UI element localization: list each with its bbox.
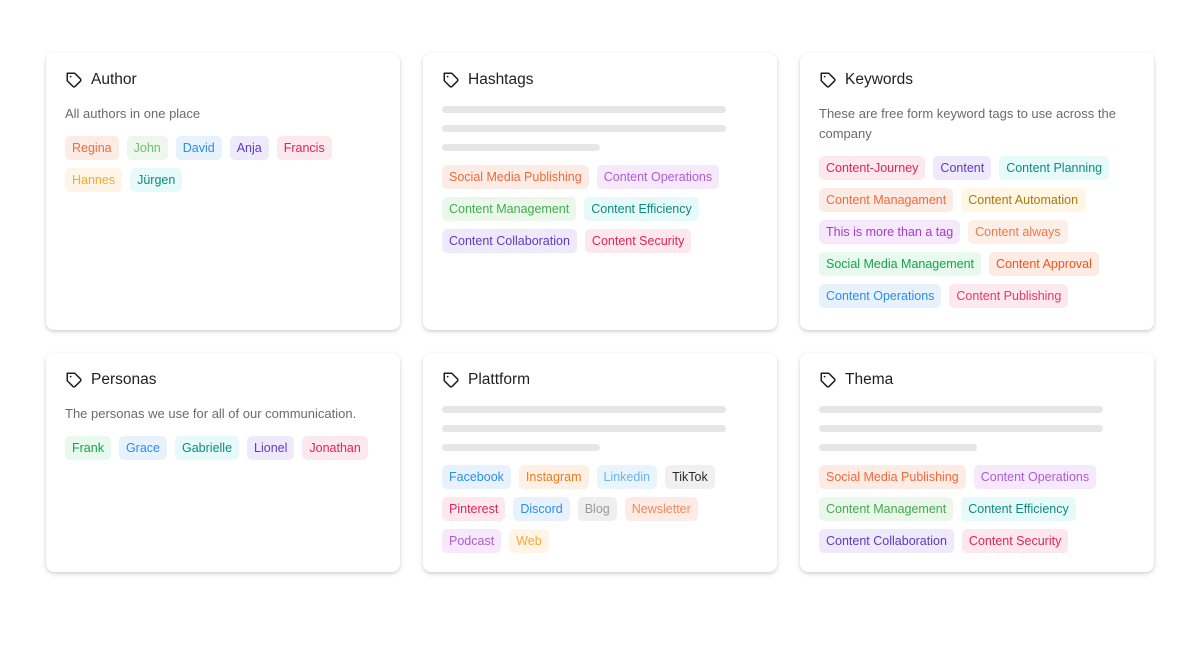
skeleton-line [442,444,600,451]
tag-groups-grid: Author All authors in one place Regina Joh… [46,53,1154,572]
tag-chip[interactable]: Instagram [518,465,589,489]
tag-list: Social Media Publishing Content Operation… [819,465,1135,553]
tag-chip[interactable]: Discord [513,497,570,521]
tag-chip[interactable]: Anja [229,136,269,160]
description-placeholder [442,406,758,451]
tag-chip[interactable]: Lionel [247,436,295,460]
tag-chip[interactable]: Facebook [442,465,511,489]
tag-chip[interactable]: TikTok [665,465,715,489]
tag-group-card-author[interactable]: Author All authors in one place Regina Joh… [46,53,400,330]
tag-icon [65,371,83,389]
tag-chip[interactable]: Web [509,529,549,553]
tag-chip[interactable]: Content Automation [961,188,1086,212]
skeleton-line [442,406,726,413]
tag-chip[interactable]: John [126,136,168,160]
tag-chip[interactable]: Linkedin [596,465,658,489]
tag-chip[interactable]: Social Media Publishing [819,465,966,489]
tag-chip[interactable]: Content Efficiency [584,197,699,221]
tag-chip[interactable]: Blog [577,497,617,521]
card-description: The personas we use for all of our commu… [65,406,357,421]
description-placeholder [819,406,1135,451]
tag-chip[interactable]: Gabrielle [175,436,240,460]
skeleton-line [819,444,977,451]
tag-chip[interactable]: Newsletter [624,497,698,521]
card-title: Author [91,71,137,88]
card-title: Personas [91,371,157,388]
tag-chip[interactable]: Grace [118,436,167,460]
tag-list: Social Media Publishing Content Operation… [442,165,758,253]
tag-icon [442,71,460,89]
skeleton-line [442,144,600,151]
tag-chip[interactable]: Content Planning [999,156,1110,180]
tag-list: Regina John David Anja Francis Hannes Jürgen [65,136,381,192]
card-header: Plattform [442,370,758,390]
tag-chip[interactable]: Content Management [819,497,954,521]
tag-chip[interactable]: Content Collaboration [442,229,577,253]
tag-chip[interactable]: Content always [968,220,1068,244]
tag-chip[interactable]: Content Efficiency [961,497,1076,521]
tag-chip[interactable]: This is more than a tag [819,220,961,244]
skeleton-line [442,106,726,113]
tag-chip[interactable]: David [175,136,222,160]
tag-group-card-plattform[interactable]: Plattform Facebook Instagram Linkedin TikTo… [423,353,777,572]
tag-chip[interactable]: Content Collaboration [819,529,954,553]
skeleton-line [442,125,726,132]
tag-group-card-thema[interactable]: Thema Social Media Publishing Content Ope… [800,353,1154,572]
tag-list: Frank Grace Gabrielle Lionel Jonathan [65,436,381,460]
card-title: Thema [845,371,894,388]
tag-chip[interactable]: Content Publishing [949,284,1069,308]
tag-icon [819,71,837,89]
tag-group-card-hashtags[interactable]: Hashtags Social Media Publishing Content … [423,53,777,330]
tag-icon [819,371,837,389]
description-placeholder [442,106,758,151]
tag-chip[interactable]: Jonathan [302,436,368,460]
card-header: Keywords [819,70,1135,90]
tag-chip[interactable]: Content Approval [989,252,1099,276]
tag-chip[interactable]: Content Management [442,197,577,221]
card-title: Plattform [468,371,531,388]
tag-chip[interactable]: Content Managament [819,188,954,212]
tag-chip[interactable]: Content Security [584,229,692,253]
card-title: Keywords [845,71,914,88]
tag-chip[interactable]: Content Security [961,529,1069,553]
tag-group-card-personas[interactable]: Personas The personas we use for all of … [46,353,400,572]
card-header: Hashtags [442,70,758,90]
tag-chip[interactable]: Social Media Management [819,252,981,276]
card-header: Author [65,70,381,90]
tag-chip[interactable]: Pinterest [442,497,506,521]
card-title: Hashtags [468,71,534,88]
tag-chip[interactable]: Hannes [65,168,123,192]
tag-chip[interactable]: Content Operations [819,284,942,308]
tag-chip[interactable]: Content [933,156,992,180]
skeleton-line [819,406,1103,413]
tag-icon [65,71,83,89]
tag-list: Content-Journey Content Content Planning Co… [819,156,1135,308]
card-header: Thema [819,370,1135,390]
tag-icon [442,371,460,389]
tag-list: Facebook Instagram Linkedin TikTok Pinterest… [442,465,758,553]
tag-chip[interactable]: Content-Journey [819,156,926,180]
tag-chip[interactable]: Jürgen [130,168,183,192]
skeleton-line [819,425,1103,432]
tag-chip[interactable]: Social Media Publishing [442,165,589,189]
tag-chip[interactable]: Frank [65,436,111,460]
skeleton-line [442,425,726,432]
tag-chip[interactable]: Content Operations [973,465,1097,489]
tag-chip[interactable]: Content Operations [596,165,720,189]
tag-group-card-keywords[interactable]: Keywords These are free form keyword tag… [800,53,1154,330]
card-description: All authors in one place [65,106,201,121]
tag-chip[interactable]: Regina [65,136,119,160]
tag-chip[interactable]: Francis [276,136,332,160]
card-description: These are free form keyword tags to use … [819,106,1116,141]
tag-chip[interactable]: Podcast [442,529,502,553]
card-header: Personas [65,370,381,390]
